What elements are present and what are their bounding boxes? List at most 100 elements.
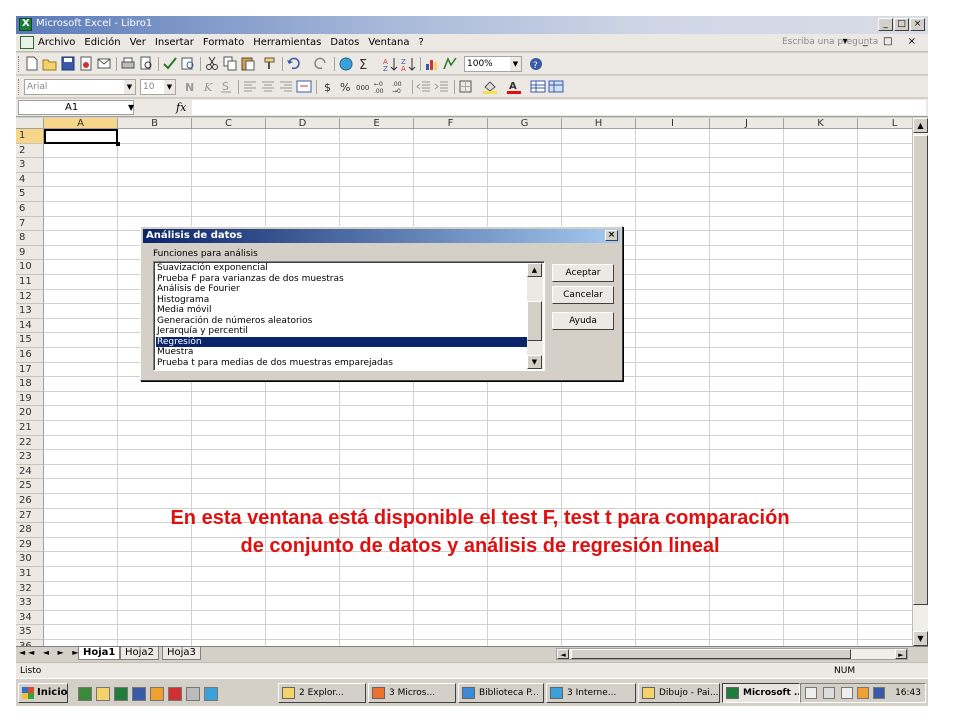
row-header[interactable]: 33 [16, 596, 44, 611]
row-header[interactable]: 31 [16, 567, 44, 582]
task-internet[interactable]: 3 Interne... [546, 683, 636, 703]
outlook-icon[interactable] [150, 687, 164, 701]
workbook-icon[interactable] [20, 36, 34, 49]
row-header[interactable]: 3 [16, 158, 44, 173]
row-header[interactable]: 5 [16, 187, 44, 202]
sheet-tab-hoja3[interactable]: Hoja3 [162, 647, 201, 660]
folder-icon[interactable] [96, 687, 110, 701]
permission-icon[interactable] [78, 56, 94, 71]
expand-tray-icon[interactable] [841, 687, 853, 699]
row-header[interactable]: 24 [16, 464, 44, 480]
row-header[interactable]: 1 [16, 129, 44, 144]
chart-wizard-icon[interactable] [424, 56, 440, 71]
print-icon[interactable] [120, 56, 136, 71]
menu-datos[interactable]: Datos [330, 37, 359, 48]
vertical-scrollbar[interactable]: ▲ ▼ [912, 118, 928, 646]
row-header[interactable]: 9 [16, 245, 44, 261]
font-color-icon[interactable]: A [506, 79, 522, 94]
drawing-icon[interactable] [442, 56, 458, 71]
horizontal-scrollbar[interactable]: ◄ ► [556, 648, 908, 660]
worksheet-grid[interactable]: A B C D E F G H I J K L 1 2 3 4 5 6 7 8 9 10 11 12 13 14 15 16 17 18 1… [16, 118, 928, 646]
task-explorer[interactable]: 2 Explor... [278, 683, 366, 703]
font-size-combo[interactable]: 10 ▼ [140, 79, 176, 95]
menu-formato[interactable]: Formato [203, 37, 244, 48]
copy-icon[interactable] [222, 56, 238, 71]
browser-icon[interactable] [204, 687, 218, 701]
scroll-down-icon[interactable]: ▼ [527, 355, 542, 369]
decrease-indent-icon[interactable] [416, 79, 432, 94]
align-left-icon[interactable] [242, 79, 258, 94]
percent-icon[interactable]: % [338, 79, 354, 94]
analysis-tools-list[interactable]: Suavización exponencial Prueba F para va… [153, 261, 545, 371]
list-item-selected[interactable]: Regresión [156, 336, 528, 347]
formula-input[interactable] [192, 100, 926, 115]
scroll-up-icon[interactable]: ▲ [527, 263, 542, 277]
help-button[interactable]: Ayuda [552, 312, 614, 330]
increase-decimal-icon[interactable]: ←0.00 [374, 79, 390, 94]
row-header[interactable]: 14 [16, 318, 44, 334]
start-button[interactable]: Inicio [18, 683, 68, 703]
row-header[interactable]: 20 [16, 406, 44, 421]
minimize-button[interactable]: _ [878, 18, 893, 31]
scroll-right-icon[interactable]: ► [895, 649, 907, 659]
research-icon[interactable] [180, 56, 196, 71]
print-preview-icon[interactable] [138, 56, 154, 71]
font-combo[interactable]: Arial ▼ [24, 79, 136, 95]
list-item[interactable]: Media móvil [156, 305, 528, 316]
word-icon[interactable] [132, 687, 146, 701]
new-icon[interactable] [24, 56, 40, 71]
currency-icon[interactable]: $ [320, 79, 336, 94]
list-item[interactable]: Generación de números aleatorios [156, 316, 528, 327]
save-icon[interactable] [60, 56, 76, 71]
close-button[interactable]: × [910, 18, 925, 31]
task-office[interactable]: 3 Micros... [368, 683, 456, 703]
workbook-window-controls[interactable]: ▾ _ □ × [843, 36, 922, 47]
column-header[interactable]: I [636, 118, 710, 129]
name-box[interactable]: A1 [18, 100, 134, 115]
column-header[interactable]: B [118, 118, 192, 129]
list-item[interactable]: Prueba F para varianzas de dos muestras [156, 274, 528, 285]
sort-ascending-icon[interactable]: AZ [382, 56, 398, 71]
dialog-close-button[interactable]: × [605, 230, 618, 241]
paste-icon[interactable] [240, 56, 256, 71]
row-header[interactable]: 15 [16, 333, 44, 348]
excel-icon[interactable] [114, 687, 128, 701]
sheet-tab-hoja2[interactable]: Hoja2 [120, 647, 159, 660]
quicklaunch-icon[interactable] [78, 687, 92, 701]
column-header[interactable]: H [562, 118, 636, 129]
network-icon[interactable] [873, 687, 885, 699]
task-excel[interactable]: Microsoft ... [722, 683, 800, 703]
column-header[interactable]: E [340, 118, 414, 129]
email-icon[interactable] [96, 56, 112, 71]
italic-icon[interactable]: K [200, 79, 216, 94]
row-header[interactable]: 13 [16, 304, 44, 319]
table-format-icon[interactable] [548, 79, 564, 94]
row-header[interactable]: 17 [16, 362, 44, 378]
align-right-icon[interactable] [278, 79, 294, 94]
list-item[interactable]: Muestra [156, 347, 528, 358]
fill-color-icon[interactable] [482, 79, 498, 94]
toolbar-grip[interactable] [18, 79, 21, 95]
help-icon[interactable]: ? [528, 56, 544, 71]
sheet-tab-hoja1[interactable]: Hoja1 [78, 647, 121, 660]
menu-archivo[interactable]: Archivo [38, 37, 75, 48]
zoom-combo[interactable]: 100% ▼ [464, 56, 522, 72]
column-header[interactable]: F [414, 118, 488, 129]
redo-icon[interactable] [312, 56, 328, 71]
insert-function-icon[interactable]: fx [176, 101, 186, 114]
row-header[interactable]: 25 [16, 479, 44, 494]
menu-ventana[interactable]: Ventana [368, 37, 409, 48]
input-icon[interactable] [823, 687, 835, 699]
column-header[interactable]: D [266, 118, 340, 129]
menu-help[interactable]: ? [418, 37, 423, 48]
spelling-icon[interactable] [162, 56, 178, 71]
column-header[interactable]: K [784, 118, 858, 129]
row-header[interactable]: 34 [16, 610, 44, 626]
borders-icon[interactable] [458, 79, 474, 94]
task-paint[interactable]: Dibujo - Pai... [638, 683, 720, 703]
list-item[interactable]: Suavización exponencial [156, 263, 528, 274]
menu-insertar[interactable]: Insertar [155, 37, 194, 48]
scrollbar-thumb[interactable] [571, 649, 851, 659]
list-item[interactable]: Histograma [156, 295, 528, 306]
excel-app-icon[interactable] [19, 18, 32, 31]
